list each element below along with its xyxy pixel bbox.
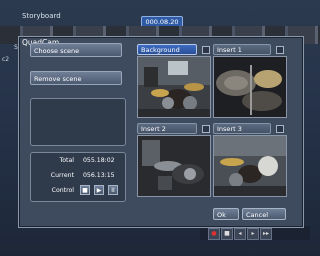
rewind-button[interactable]: ◂ — [234, 228, 246, 240]
control-label: Control — [51, 187, 74, 194]
control-pause-button[interactable]: II — [108, 185, 118, 195]
control-play-button[interactable]: ▶ — [94, 185, 104, 195]
insert1-video-preview[interactable] — [213, 56, 287, 118]
background-slot-header[interactable]: Background — [137, 44, 197, 55]
storyboard-label-c2: c2 — [2, 56, 10, 63]
insert1-slot-checkbox[interactable] — [276, 46, 284, 54]
current-label: Current — [50, 172, 74, 179]
stop-button[interactable]: ■ — [221, 228, 233, 240]
cancel-button[interactable]: Cancel — [242, 208, 286, 220]
scene-info-panel — [30, 98, 126, 146]
insert1-slot-header[interactable]: Insert 1 — [213, 44, 271, 55]
control-stop-button[interactable]: ■ — [80, 185, 90, 195]
choose-scene-button[interactable]: Choose scene — [30, 43, 122, 57]
total-label: Total — [59, 157, 74, 164]
remove-scene-button[interactable]: Remove scene — [30, 71, 122, 85]
ok-button[interactable]: Ok — [213, 208, 239, 220]
insert2-slot-checkbox[interactable] — [202, 125, 210, 133]
insert3-video-preview[interactable] — [213, 135, 287, 197]
total-value: 055.18:02 — [83, 157, 115, 164]
fast-forward-button[interactable]: ▸▸ — [260, 228, 272, 240]
forward-button[interactable]: ▸ — [247, 228, 259, 240]
insert2-slot-header[interactable]: Insert 2 — [137, 123, 197, 134]
background-slot-checkbox[interactable] — [202, 46, 210, 54]
current-value: 056.13:15 — [83, 172, 115, 179]
record-button[interactable]: ● — [208, 228, 220, 240]
insert3-slot-checkbox[interactable] — [276, 125, 284, 133]
insert3-slot-header[interactable]: Insert 3 — [213, 123, 271, 134]
insert2-video-preview[interactable] — [137, 135, 211, 197]
background-video-preview[interactable] — [137, 56, 211, 118]
storyboard-title: Storyboard — [22, 12, 61, 20]
